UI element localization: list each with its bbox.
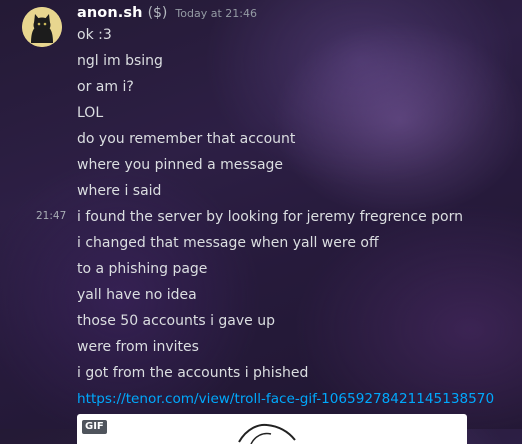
gif-embed[interactable]: GIF (77, 414, 467, 444)
message-line[interactable]: ok :3 (77, 25, 112, 45)
username[interactable]: anon.sh (77, 5, 143, 21)
message-line[interactable]: were from invites (77, 337, 199, 357)
troll-face-icon (238, 423, 296, 444)
cat-avatar-icon (22, 7, 62, 47)
hover-timestamp: 21:47 (36, 210, 67, 222)
message-line[interactable]: i found the server by looking for jeremy… (77, 207, 463, 227)
chat-message-group: anon.sh ($) Today at 21:46 ok :3 ngl im … (0, 0, 522, 444)
message-line[interactable]: LOL (77, 103, 103, 123)
message-timestamp[interactable]: Today at 21:46 (175, 7, 257, 20)
message-line[interactable]: or am i? (77, 77, 134, 97)
message-line[interactable]: yall have no idea (77, 285, 197, 305)
tenor-link[interactable]: https://tenor.com/view/troll-face-gif-10… (77, 391, 494, 407)
message-line[interactable]: where i said (77, 181, 161, 201)
user-avatar[interactable] (22, 7, 62, 47)
message-line: https://tenor.com/view/troll-face-gif-10… (77, 389, 494, 409)
message-header: anon.sh ($) Today at 21:46 (77, 5, 257, 25)
message-line[interactable]: those 50 accounts i gave up (77, 311, 275, 331)
message-line[interactable]: i changed that message when yall were of… (77, 233, 379, 253)
message-line[interactable]: where you pinned a message (77, 155, 283, 175)
message-line[interactable]: i got from the accounts i phished (77, 363, 308, 383)
user-tag: ($) (147, 5, 168, 21)
message-line[interactable]: to a phishing page (77, 259, 207, 279)
gif-badge: GIF (82, 420, 107, 434)
message-line[interactable]: ngl im bsing (77, 51, 163, 71)
message-line[interactable]: do you remember that account (77, 129, 295, 149)
